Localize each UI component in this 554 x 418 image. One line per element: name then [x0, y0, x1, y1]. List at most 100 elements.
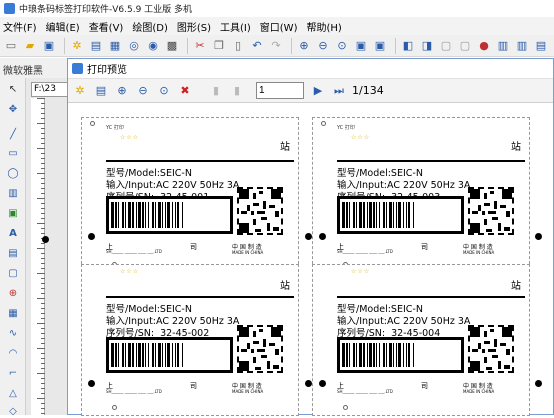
new-file-icon[interactable]: ▭: [3, 38, 19, 54]
zoom-in-icon[interactable]: ⊕: [296, 38, 312, 54]
label-company-suffix: 司: [190, 243, 197, 251]
label-header-text: YC 打印: [106, 125, 124, 131]
grid-icon[interactable]: ▩: [164, 38, 180, 54]
first-page-icon[interactable]: ▮: [208, 83, 224, 99]
menu-edit[interactable]: 编辑(E): [46, 19, 80, 34]
menu-tools[interactable]: 工具(I): [220, 19, 251, 34]
align-right-icon[interactable]: ◨: [419, 38, 435, 54]
last-page-icon[interactable]: ⏭: [331, 83, 347, 99]
group-icon[interactable]: ▢: [438, 38, 454, 54]
registration-dot: [88, 233, 95, 240]
label-card: ☆☆☆ 站 型号/Model:SEIC-N 输入/Input:AC 220V 5…: [81, 264, 299, 416]
label-card: YC 打印 ☆☆☆ 站 型号/Model:SEIC-N 输入/Input:AC …: [312, 117, 530, 269]
preview-zoom-fit-icon[interactable]: ⊙: [156, 83, 172, 99]
diamond-tool-icon[interactable]: ◇: [6, 404, 20, 418]
undo-icon[interactable]: ↶: [249, 38, 265, 54]
arc-tool-icon[interactable]: ◠: [6, 346, 20, 360]
curve-tool-icon[interactable]: ∿: [6, 326, 20, 340]
save-icon[interactable]: ▣: [41, 38, 57, 54]
zoom-out-icon[interactable]: ⊖: [315, 38, 331, 54]
print-icon[interactable]: ▤: [88, 38, 104, 54]
preview-toolbar: ✲ ▤ ⊕ ⊖ ⊙ ✖ ▮ ▮ ▶ ⏭ 1/134: [68, 79, 553, 103]
menu-window[interactable]: 窗口(W): [260, 19, 298, 34]
bring-front-icon[interactable]: ▥: [495, 38, 511, 54]
preview-title-bar: 打印预览: [68, 59, 553, 79]
ungroup-icon[interactable]: ▢: [457, 38, 473, 54]
image-tool-icon[interactable]: ▣: [6, 206, 20, 220]
print-preview-icon[interactable]: ▦: [107, 38, 123, 54]
main-toolbar: ▭ ▰ ▣ ✲ ▤ ▦ ◎ ◉ ▩ ✂ ❐ ▯ ↶ ↷ ⊕ ⊖ ⊙ ▣ ▣ ◧ …: [0, 35, 554, 57]
text-tool-icon[interactable]: A: [6, 226, 20, 240]
menu-shape[interactable]: 图形(S): [177, 19, 211, 34]
copy-icon[interactable]: ❐: [211, 38, 227, 54]
preview-print-icon[interactable]: ▤: [93, 83, 109, 99]
next-page-icon[interactable]: ▶: [310, 83, 326, 99]
rounded-rect-tool-icon[interactable]: ▢: [6, 266, 20, 280]
label-station: 站: [511, 142, 521, 153]
multiline-text-tool-icon[interactable]: ▤: [6, 246, 20, 260]
preview-settings-icon[interactable]: ✲: [72, 83, 88, 99]
label-company-suffix: 司: [421, 243, 428, 251]
ellipse-tool-icon[interactable]: ◯: [6, 166, 20, 180]
label-company-en: SH______ ______ ____ ___.LTD: [106, 389, 162, 394]
menu-help[interactable]: 帮助(H): [306, 19, 341, 34]
open-folder-icon[interactable]: ▰: [22, 38, 38, 54]
menu-draw[interactable]: 绘图(D): [132, 19, 168, 34]
table-tool-icon[interactable]: ▦: [6, 306, 20, 320]
database-icon[interactable]: ◎: [126, 38, 142, 54]
label-corner-mark: [321, 121, 326, 126]
menu-view[interactable]: 查看(V): [89, 19, 124, 34]
settings-icon[interactable]: ✲: [69, 38, 85, 54]
page-counter: 1/134: [352, 84, 384, 97]
page-number-input[interactable]: [256, 82, 304, 99]
label-barcode: [106, 337, 233, 373]
preview-zoom-out-icon[interactable]: ⊖: [135, 83, 151, 99]
preview-close-icon[interactable]: ✖: [177, 83, 193, 99]
label-divider: [106, 296, 294, 298]
polygon-tool-icon[interactable]: △: [6, 386, 20, 400]
label-company-en: SH______ ______ ____ ___.LTD: [106, 249, 162, 254]
window-title: 中琅条码标签打印软件-V6.5.9 工业版 多机: [19, 5, 193, 15]
registration-dot: [535, 233, 542, 240]
align-center-icon[interactable]: ▤: [533, 38, 549, 54]
preview-zoom-in-icon[interactable]: ⊕: [114, 83, 130, 99]
zoom-full-icon[interactable]: ▣: [372, 38, 388, 54]
paste-icon[interactable]: ▯: [230, 38, 246, 54]
preview-window-icon: [72, 63, 83, 74]
label-qrcode: [468, 325, 514, 373]
zoom-fit-icon[interactable]: ⊙: [334, 38, 350, 54]
database-settings-icon[interactable]: ◉: [145, 38, 161, 54]
zoom-page-icon[interactable]: ▣: [353, 38, 369, 54]
redo-icon[interactable]: ↷: [268, 38, 284, 54]
label-card: ☆☆☆ 站 型号/Model:SEIC-N 输入/Input:AC 220V 5…: [312, 264, 530, 416]
label-header-text: YC 打印: [337, 125, 355, 131]
menu-file[interactable]: 文件(F): [3, 19, 37, 34]
cut-icon[interactable]: ✂: [192, 38, 208, 54]
label-corner-mark: [343, 405, 348, 410]
label-company-en: SH______ ______ ____ ___.LTD: [337, 249, 393, 254]
label-stars: ☆☆☆: [120, 268, 140, 275]
registration-dot: [305, 233, 312, 240]
line-tool-icon[interactable]: ╱: [6, 127, 20, 141]
pointer-tool-icon[interactable]: ↖: [6, 82, 20, 96]
label-company-en: SH______ ______ ____ ___.LTD: [337, 389, 393, 394]
label-made-en: MADE IN CHINA: [463, 250, 495, 255]
prev-page-icon[interactable]: ▮: [229, 83, 245, 99]
registration-dot: [319, 380, 326, 387]
label-barcode: [106, 196, 233, 234]
label-company-suffix: 司: [190, 382, 197, 390]
label-corner-mark: [90, 121, 95, 126]
align-left-icon[interactable]: ◧: [400, 38, 416, 54]
label-station: 站: [280, 142, 290, 153]
lock-icon[interactable]: ●: [476, 38, 492, 54]
designer-anchor-dot: [42, 236, 49, 243]
polyline-tool-icon[interactable]: ⌐: [6, 366, 20, 380]
barcode-tool-icon[interactable]: ▥: [6, 186, 20, 200]
registration-dot: [535, 380, 542, 387]
pan-tool-icon[interactable]: ✥: [6, 102, 20, 116]
rectangle-tool-icon[interactable]: ▭: [6, 146, 20, 160]
send-back-icon[interactable]: ▥: [514, 38, 530, 54]
shape-tool-icon[interactable]: ⊕: [6, 286, 20, 300]
preview-title: 打印预览: [87, 65, 127, 76]
app-icon: [4, 3, 15, 14]
